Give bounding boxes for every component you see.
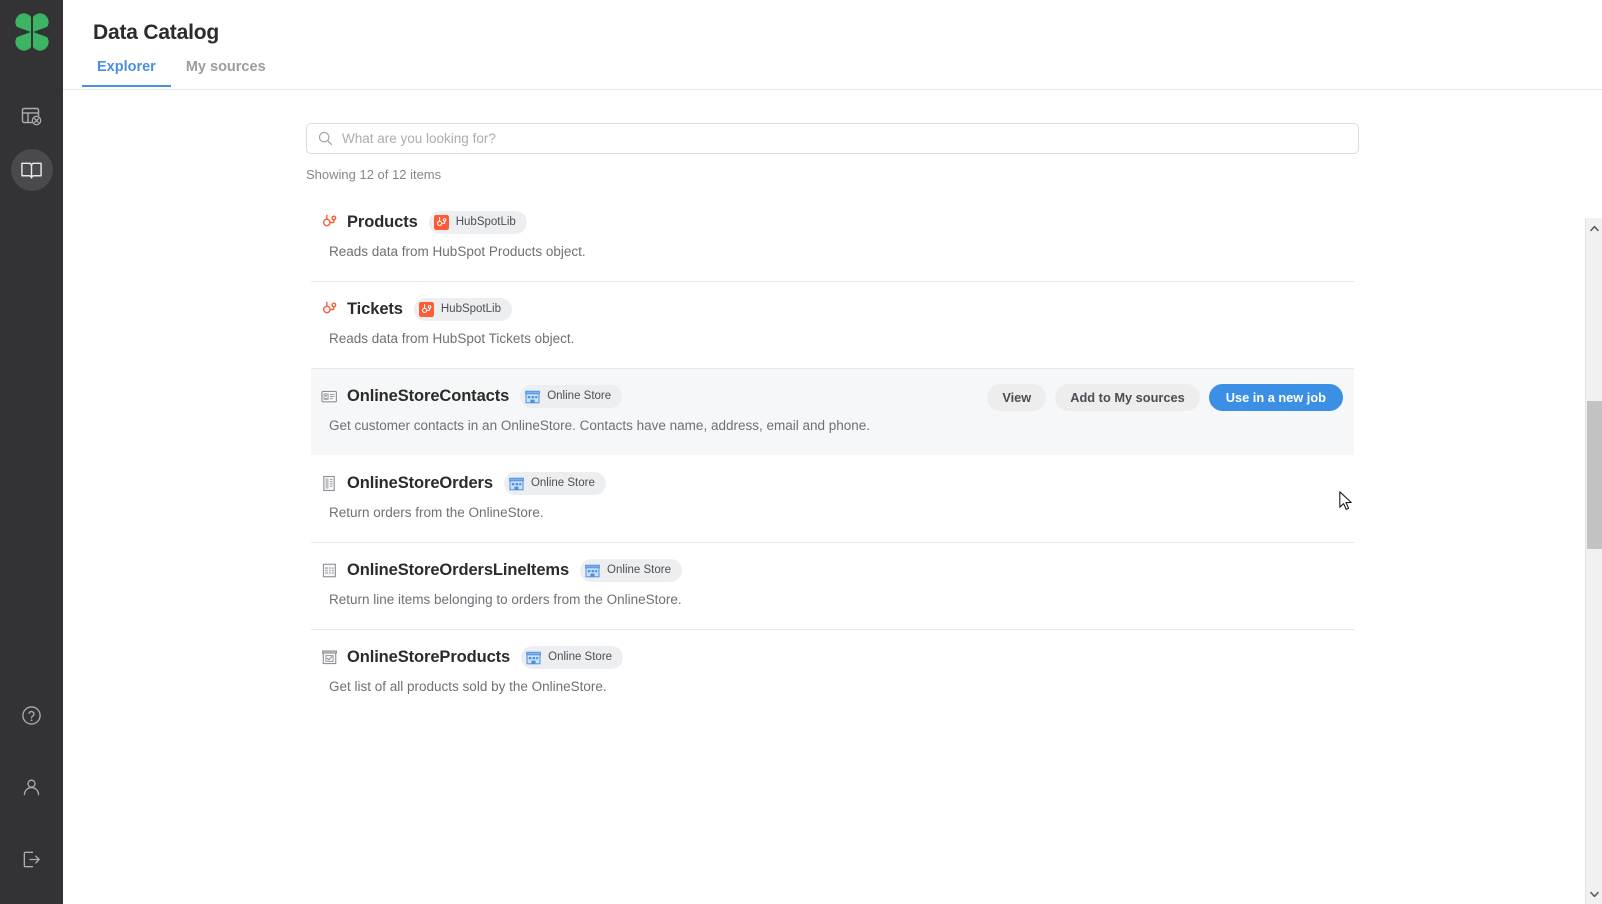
sidebar-nav bbox=[10, 96, 53, 191]
badge-label: Online Store bbox=[548, 651, 613, 663]
help-circle-icon bbox=[22, 705, 41, 725]
tab-bar: Explorer My sources bbox=[63, 59, 1602, 90]
sidebar-item-data-catalog[interactable] bbox=[10, 149, 53, 191]
catalog-panel: Showing 12 of 12 items Products bbox=[63, 90, 1602, 716]
results-summary: Showing 12 of 12 items bbox=[306, 167, 442, 182]
list-item-title: Tickets bbox=[347, 299, 403, 318]
badge-label: HubSpotLib bbox=[440, 303, 501, 315]
hubspot-sprocket-icon bbox=[321, 214, 338, 231]
chevron-up-icon bbox=[1589, 225, 1599, 231]
tab-my-sources[interactable]: My sources bbox=[171, 59, 281, 87]
sidebar bbox=[0, 0, 63, 904]
vertical-scrollbar[interactable] bbox=[1585, 218, 1602, 904]
status-badge: HubSpotLib bbox=[428, 210, 527, 234]
open-book-icon bbox=[21, 162, 42, 179]
scroll-down-button[interactable] bbox=[1586, 887, 1602, 901]
list-item[interactable]: Products HubSpotLib Reads data from HubS… bbox=[311, 195, 1354, 281]
list-item-description: Reads data from HubSpot Products object. bbox=[329, 244, 586, 259]
sidebar-item-logout[interactable] bbox=[11, 838, 53, 880]
chevron-down-icon bbox=[1589, 891, 1599, 897]
user-icon bbox=[23, 778, 40, 795]
status-badge: Online Store bbox=[580, 558, 682, 582]
add-to-my-sources-button[interactable]: Add to My sources bbox=[1055, 384, 1200, 411]
search-area bbox=[63, 90, 1602, 154]
sidebar-item-account[interactable] bbox=[11, 766, 53, 808]
table-clover-icon bbox=[21, 107, 41, 126]
list-item-header: OnlineStoreOrders Online Store bbox=[321, 466, 1344, 500]
list-item[interactable]: OnlineStoreOrdersLineItems Online Store … bbox=[311, 542, 1354, 629]
list-item-actions: View Add to My sources Use in a new job bbox=[987, 384, 1343, 411]
sidebar-item-jobs[interactable] bbox=[11, 96, 53, 138]
list-item-title: OnlineStoreOrders bbox=[347, 473, 493, 492]
list-item-description: Reads data from HubSpot Tickets object. bbox=[329, 331, 575, 346]
list-item[interactable]: OnlineStoreContacts Online Store Get cus… bbox=[311, 368, 1354, 455]
store-building-icon bbox=[525, 389, 541, 404]
list-item-header: Products HubSpotLib bbox=[321, 205, 1344, 239]
search-icon bbox=[318, 131, 333, 146]
status-badge: Online Store bbox=[503, 471, 606, 495]
sidebar-item-help[interactable] bbox=[11, 694, 53, 736]
list-item-title: OnlineStoreProducts bbox=[347, 647, 511, 666]
page-title: Data Catalog bbox=[93, 21, 219, 44]
badge-label: Online Store bbox=[607, 564, 671, 576]
logout-icon bbox=[23, 851, 40, 867]
list-item-description: Return line items belonging to orders fr… bbox=[329, 592, 682, 607]
store-building-icon bbox=[526, 650, 541, 665]
app-logo[interactable] bbox=[10, 10, 54, 54]
line-items-icon bbox=[321, 562, 338, 579]
badge-label: Online Store bbox=[530, 477, 595, 489]
list-item[interactable]: OnlineStoreOrders Online Store Return or… bbox=[311, 455, 1354, 542]
tab-explorer[interactable]: Explorer bbox=[82, 59, 171, 87]
view-button[interactable]: View bbox=[987, 384, 1047, 411]
clover-logo-icon bbox=[14, 13, 49, 51]
scrollbar-thumb[interactable] bbox=[1587, 401, 1602, 549]
list-item-header: OnlineStoreOrdersLineItems Online Store bbox=[321, 553, 1344, 587]
use-in-new-job-button[interactable]: Use in a new job bbox=[1208, 384, 1343, 411]
store-building-icon bbox=[509, 476, 524, 491]
order-document-icon bbox=[321, 475, 338, 492]
list-item-description: Return orders from the OnlineStore. bbox=[329, 505, 544, 520]
list-item-title: Products bbox=[347, 212, 418, 231]
list-item-description: Get list of all products sold by the Onl… bbox=[329, 679, 607, 694]
list-item[interactable]: OnlineStoreProducts Online Store Get lis… bbox=[311, 629, 1354, 716]
store-building-icon bbox=[585, 563, 600, 578]
hubspot-square-icon bbox=[418, 301, 434, 317]
list-item-description: Get customer contacts in an OnlineStore.… bbox=[329, 418, 871, 433]
badge-label: Online Store bbox=[547, 390, 612, 402]
search-input[interactable] bbox=[342, 131, 1347, 146]
contact-card-icon bbox=[321, 388, 338, 405]
sidebar-bottom-nav bbox=[0, 694, 63, 880]
list-item[interactable]: Tickets HubSpotLib Reads data from HubSp… bbox=[311, 281, 1354, 368]
scroll-up-button[interactable] bbox=[1586, 221, 1602, 235]
list-item-title: OnlineStoreContacts bbox=[347, 386, 510, 405]
scrollbar-track[interactable] bbox=[1587, 235, 1602, 887]
list-item-title: OnlineStoreOrdersLineItems bbox=[347, 560, 570, 579]
status-badge: HubSpotLib bbox=[413, 297, 512, 321]
product-box-icon bbox=[321, 649, 338, 666]
list-item-header: Tickets HubSpotLib bbox=[321, 292, 1344, 326]
badge-label: HubSpotLib bbox=[455, 216, 516, 228]
status-badge: Online Store bbox=[520, 384, 623, 408]
hubspot-sprocket-icon bbox=[321, 301, 338, 318]
list-item-header: OnlineStoreProducts Online Store bbox=[321, 640, 1344, 674]
main-content: Data Catalog Explorer My sources Showing… bbox=[63, 0, 1602, 904]
status-badge: Online Store bbox=[521, 645, 624, 669]
catalog-list: Products HubSpotLib Reads data from HubS… bbox=[311, 195, 1354, 716]
hubspot-square-icon bbox=[433, 214, 449, 230]
search-box[interactable] bbox=[306, 123, 1359, 154]
